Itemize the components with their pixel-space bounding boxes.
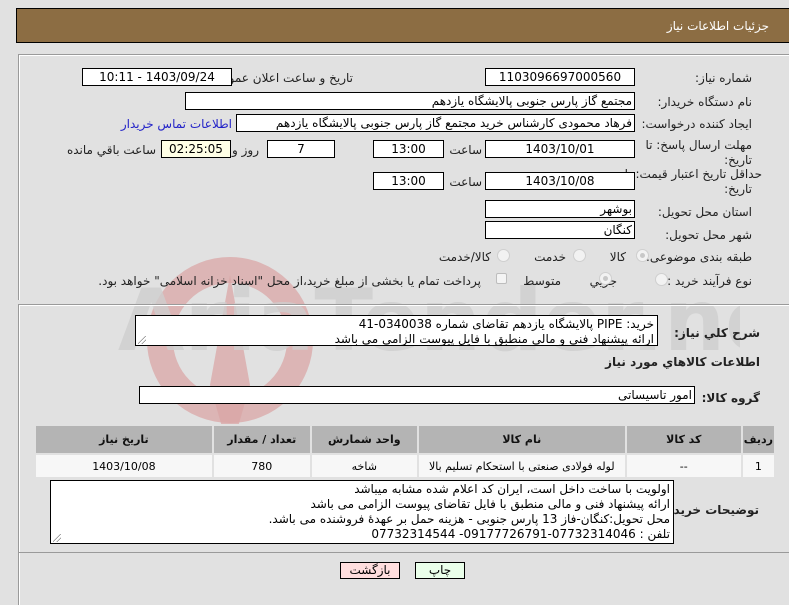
price-validity-date-field: 1403/10/08 xyxy=(485,172,635,190)
cell-row-number: 1 xyxy=(740,453,777,479)
need-number-label: شماره نیاز: xyxy=(695,71,752,85)
buyer-notes-line3: محل تحویل:کنگان-فاز 13 پارس جنوبی - هزین… xyxy=(268,512,670,526)
footer-divider xyxy=(18,552,789,553)
category-option-goods: کالا xyxy=(609,250,626,264)
delivery-city-label: شهر محل تحویل: xyxy=(665,228,752,242)
treasury-checkbox-label: پرداخت تمام یا بخشی از مبلغ خرید،از محل … xyxy=(98,274,481,288)
goods-info-heading: اطلاعات کالاهاي مورد نياز xyxy=(605,355,760,369)
response-time-field: 13:00 xyxy=(373,140,444,158)
need-number-field: 1103096697000560 xyxy=(485,68,635,86)
requester-field: فرهاد محمودی کارشناس خرید مجتمع گاز پارس… xyxy=(236,114,635,132)
response-deadline-label-line1: مهلت ارسال پاسخ: تا xyxy=(645,138,752,152)
buyer-notes-line1: اولویت با ساخت داخل است، ایران کد اعلام … xyxy=(354,482,670,496)
category-radio-service[interactable] xyxy=(573,249,586,262)
col-header-row-number: ردیف xyxy=(740,424,777,455)
time-remaining-field: 02:25:05 xyxy=(161,140,231,158)
requester-label: ایجاد کننده درخواست: xyxy=(641,117,752,131)
col-header-item-code: کد کالا xyxy=(624,424,743,455)
hours-remaining-label: ساعت باقي مانده xyxy=(66,143,156,157)
response-deadline-label: مهلت ارسال پاسخ: تا تاریخ: xyxy=(645,138,752,168)
response-date-field: 1403/10/01 xyxy=(485,140,635,158)
cell-item-code: -- xyxy=(624,453,743,479)
col-header-need-date: تاریخ نیاز xyxy=(34,424,214,455)
print-button[interactable]: چاپ xyxy=(415,562,465,579)
category-radio-goods[interactable] xyxy=(636,249,649,262)
col-header-quantity: تعداد / مقدار xyxy=(211,424,312,455)
process-radio-minor[interactable] xyxy=(655,273,668,286)
cell-need-date: 1403/10/08 xyxy=(34,453,214,479)
general-description-label: شرح کلي نياز: xyxy=(674,326,760,340)
process-type-label: نوع فرآیند خرید : xyxy=(667,274,752,288)
buyer-notes-textarea[interactable]: اولویت با ساخت داخل است، ایران کد اعلام … xyxy=(50,480,674,544)
cell-quantity: 780 xyxy=(211,453,312,479)
resize-grip-icon[interactable] xyxy=(138,336,146,344)
cell-item-name: لوله فولادی صنعتی با استحکام تسلیم بالا xyxy=(416,453,627,479)
delivery-province-field: بوشهر xyxy=(485,200,635,218)
price-validity-label: حداقل تاريخ اعتبار قيمت: تا تاریخ: xyxy=(625,167,762,197)
response-time-label: ساعت xyxy=(449,143,482,157)
delivery-city-field: کنگان xyxy=(485,221,635,239)
price-validity-time-field: 13:00 xyxy=(373,172,444,190)
process-option-medium: متوسط xyxy=(523,274,561,288)
buyer-contact-link[interactable]: اطلاعات تماس خریدار xyxy=(121,117,232,131)
category-radio-goods-service[interactable] xyxy=(497,249,510,262)
general-description-line2: ارائه پیشنهاد فنی و مالی منطبق با فایل پ… xyxy=(334,332,654,346)
buyer-notes-line2: ارائه پیشنهاد فنی و مالی منطبق با فایل ت… xyxy=(310,497,670,511)
buyer-org-field: مجتمع گاز پارس جنوبی پالایشگاه یازدهم xyxy=(185,92,635,110)
items-table-header: ردیف کد کالا نام کالا واحد شمارش تعداد /… xyxy=(34,424,777,455)
page-title: جزئیات اطلاعات نیاز xyxy=(666,19,769,33)
goods-group-label: گروه کالا: xyxy=(701,391,760,405)
announce-datetime-field: 1403/09/24 - 10:11 xyxy=(82,68,232,86)
page-header: جزئیات اطلاعات نیاز xyxy=(16,8,789,43)
general-description-line1: خرید: PIPE پالایشگاه یازدهم تقاضای شماره… xyxy=(358,317,654,331)
treasury-checkbox[interactable] xyxy=(496,273,507,284)
days-and-label: روز و xyxy=(232,143,259,157)
days-remaining-field: 7 xyxy=(267,140,335,158)
buyer-notes-line4: تلفن : 07732314046-09177726791- 07732314… xyxy=(371,527,670,541)
cell-unit: شاخه xyxy=(309,453,419,479)
process-radio-medium[interactable] xyxy=(599,272,612,285)
table-row: 1 -- لوله فولادی صنعتی با استحکام تسلیم … xyxy=(34,453,777,479)
category-label: طبقه بندی موضوعی: xyxy=(645,250,752,264)
items-table: ردیف کد کالا نام کالا واحد شمارش تعداد /… xyxy=(34,424,777,479)
price-validity-label-line1: حداقل تاريخ اعتبار قيمت: تا xyxy=(624,167,762,181)
resize-grip-icon[interactable] xyxy=(53,534,61,542)
buyer-org-label: نام دستگاه خريدار: xyxy=(657,95,753,109)
col-header-unit: واحد شمارش xyxy=(309,424,419,455)
price-validity-label-line2: تاریخ: xyxy=(724,182,752,196)
col-header-item-name: نام کالا xyxy=(416,424,627,455)
category-option-goods-service: کالا/خدمت xyxy=(438,250,491,264)
delivery-province-label: استان محل تحویل: xyxy=(657,205,752,219)
goods-group-field: امور تاسیساتی xyxy=(139,386,695,404)
price-validity-time-label: ساعت xyxy=(449,175,482,189)
general-description-textarea[interactable]: خرید: PIPE پالایشگاه یازدهم تقاضای شماره… xyxy=(135,315,658,346)
back-button[interactable]: بازگشت xyxy=(340,562,400,579)
response-deadline-label-line2: تاریخ: xyxy=(724,153,752,167)
category-option-service: خدمت xyxy=(534,250,566,264)
